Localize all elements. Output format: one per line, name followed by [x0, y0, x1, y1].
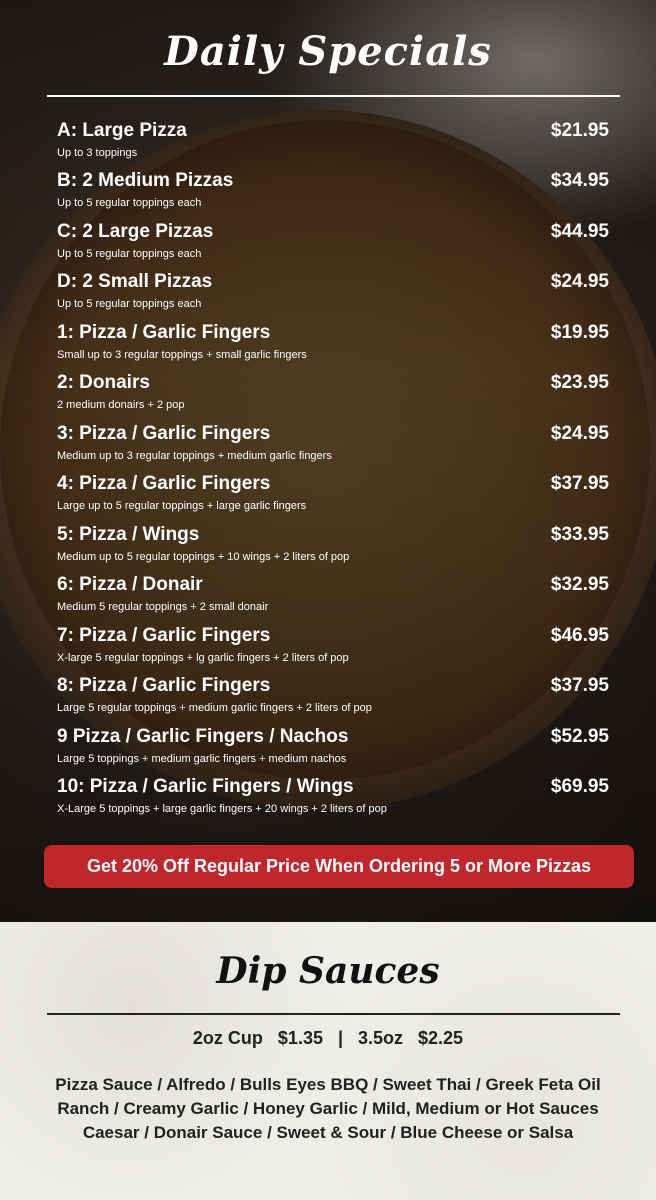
dip-sauces-title: Dip Sauces: [216, 950, 440, 992]
special-name: C: 2 Large Pizzas: [57, 221, 214, 242]
special-price: $37.95: [550, 473, 609, 494]
promo-banner: Get 20% Off Regular Price When Ordering …: [44, 845, 634, 888]
special-item: 7: Pizza / Garlic Fingers X-large 5 regu…: [57, 625, 617, 671]
special-item: 8: Pizza / Garlic Fingers Large 5 regula…: [57, 675, 617, 721]
special-description: Large 5 toppings + medium garlic fingers…: [57, 753, 347, 765]
special-item: C: 2 Large Pizzas Up to 5 regular toppin…: [57, 221, 617, 267]
special-item: 4: Pizza / Garlic Fingers Large up to 5 …: [57, 473, 617, 519]
special-description: Medium up to 5 regular toppings + 10 win…: [57, 551, 350, 563]
special-item: 1: Pizza / Garlic Fingers Small up to 3 …: [57, 322, 617, 368]
special-description: Large 5 regular toppings + medium garlic…: [57, 702, 372, 714]
special-description: Medium up to 3 regular toppings + medium…: [57, 450, 332, 462]
page-title: Daily Specials: [164, 28, 492, 75]
special-item: B: 2 Medium Pizzas Up to 5 regular toppi…: [57, 170, 617, 216]
special-description: Up to 3 toppings: [57, 147, 138, 159]
special-item: D: 2 Small Pizzas Up to 5 regular toppin…: [57, 271, 617, 317]
special-description: Small up to 3 regular toppings + small g…: [57, 349, 307, 361]
special-description: Up to 5 regular toppings each: [57, 197, 202, 209]
sauce-line: Ranch / Creamy Garlic / Honey Garlic / M…: [57, 1099, 599, 1118]
special-item: 3: Pizza / Garlic Fingers Medium up to 3…: [57, 423, 617, 469]
special-item: 5: Pizza / Wings Medium up to 5 regular …: [57, 524, 617, 570]
special-item: A: Large Pizza Up to 3 toppings $21.95: [57, 120, 617, 166]
special-name: 7: Pizza / Garlic Fingers: [57, 625, 271, 646]
special-price: $46.95: [550, 625, 609, 646]
special-description: X-large 5 regular toppings + lg garlic f…: [57, 652, 349, 664]
title-divider: [47, 95, 620, 97]
sauce-line: Caesar / Donair Sauce / Sweet & Sour / B…: [82, 1123, 574, 1142]
cup-prices: 2oz Cup $1.35 | 3.5oz $2.25: [192, 1028, 464, 1048]
special-description: X-Large 5 toppings + large garlic finger…: [57, 803, 387, 815]
special-price: $33.95: [550, 524, 609, 545]
special-item: 2: Donairs 2 medium donairs + 2 pop $23.…: [57, 372, 617, 418]
special-price: $69.95: [550, 776, 609, 797]
special-description: Medium 5 regular toppings + 2 small dona…: [57, 601, 269, 613]
special-name: 10: Pizza / Garlic Fingers / Wings: [57, 776, 354, 797]
special-price: $24.95: [550, 423, 609, 444]
special-name: A: Large Pizza: [57, 120, 187, 141]
special-price: $21.95: [550, 120, 609, 141]
special-name: 8: Pizza / Garlic Fingers: [57, 675, 271, 696]
special-name: B: 2 Medium Pizzas: [57, 170, 234, 191]
special-price: $52.95: [550, 726, 609, 747]
dip-divider: [47, 1013, 620, 1015]
special-name: 4: Pizza / Garlic Fingers: [57, 473, 271, 494]
special-name: 2: Donairs: [57, 372, 150, 393]
special-name: 1: Pizza / Garlic Fingers: [57, 322, 271, 343]
special-name: D: 2 Small Pizzas: [57, 271, 213, 292]
special-price: $44.95: [550, 221, 609, 242]
special-name: 5: Pizza / Wings: [57, 524, 200, 545]
sauce-list: Pizza Sauce / Alfredo / Bulls Eyes BBQ /…: [0, 1073, 656, 1145]
special-name: 6: Pizza / Donair: [57, 574, 203, 595]
special-description: Up to 5 regular toppings each: [57, 248, 202, 260]
special-item: 9 Pizza / Garlic Fingers / Nachos Large …: [57, 726, 617, 772]
special-price: $24.95: [550, 271, 609, 292]
special-description: Large up to 5 regular toppings + large g…: [57, 500, 307, 512]
special-item: 6: Pizza / Donair Medium 5 regular toppi…: [57, 574, 617, 620]
special-price: $37.95: [550, 675, 609, 696]
special-name: 9 Pizza / Garlic Fingers / Nachos: [57, 726, 349, 747]
special-price: $19.95: [550, 322, 609, 343]
special-price: $32.95: [550, 574, 609, 595]
special-item: 10: Pizza / Garlic Fingers / Wings X-Lar…: [57, 776, 617, 822]
special-description: 2 medium donairs + 2 pop: [57, 399, 185, 411]
special-price: $23.95: [550, 372, 609, 393]
special-name: 3: Pizza / Garlic Fingers: [57, 423, 271, 444]
sauce-line: Pizza Sauce / Alfredo / Bulls Eyes BBQ /…: [55, 1075, 601, 1094]
special-description: Up to 5 regular toppings each: [57, 298, 202, 310]
special-price: $34.95: [550, 170, 609, 191]
